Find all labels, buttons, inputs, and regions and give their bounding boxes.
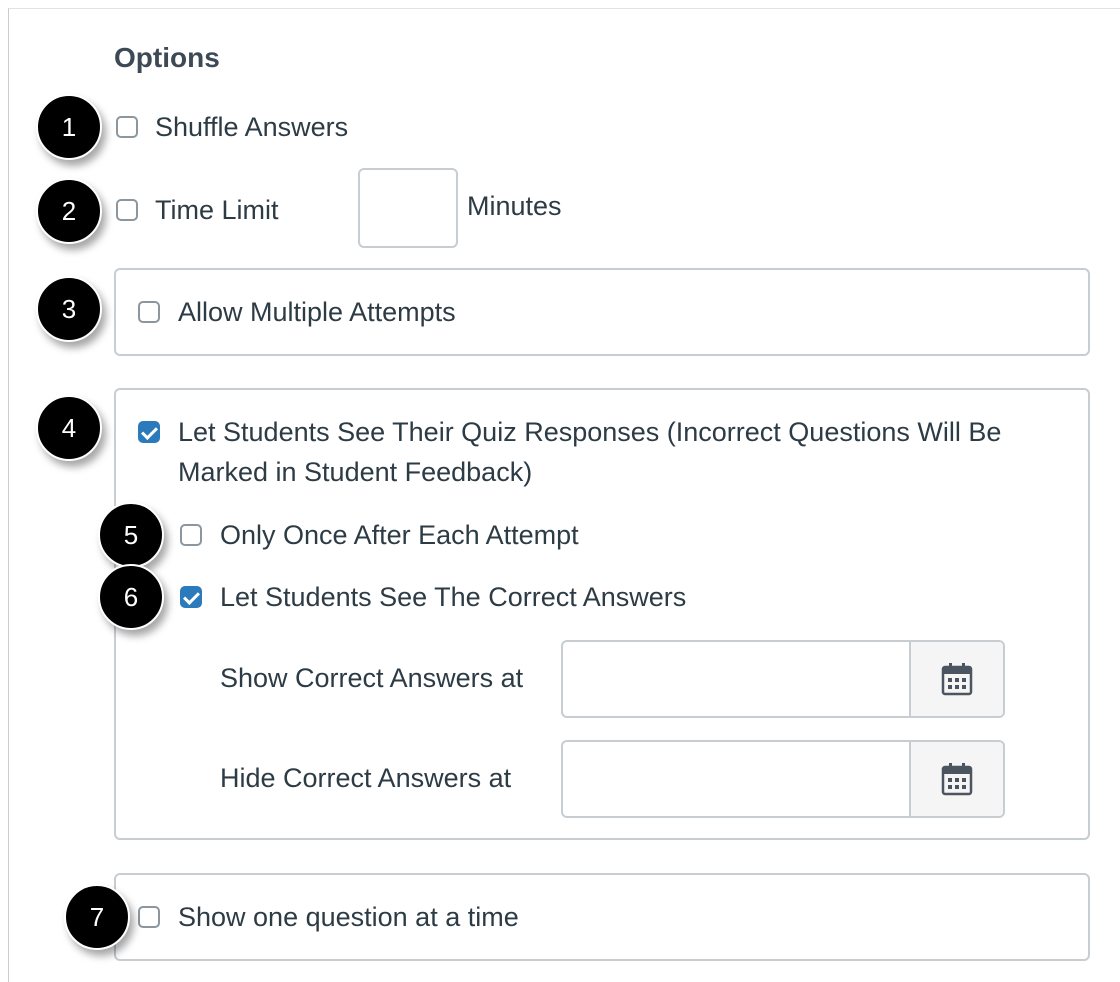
show-correct-at-input[interactable]: [563, 642, 909, 716]
allow-multiple-attempts-checkbox[interactable]: [138, 301, 160, 323]
one-question-label: Show one question at a time: [178, 902, 519, 932]
hide-correct-at-date-button[interactable]: [909, 742, 1003, 816]
see-correct-answers-checkbox[interactable]: [180, 586, 202, 608]
callout-2: 2: [36, 178, 102, 244]
callout-3: 3: [36, 276, 102, 342]
shuffle-answers-checkbox[interactable]: [116, 116, 138, 138]
only-once-checkbox[interactable]: [180, 524, 202, 546]
calendar-icon: [941, 663, 973, 696]
time-limit-unit-label: Minutes: [467, 191, 562, 221]
callout-5: 5: [98, 502, 164, 568]
hide-correct-at-input[interactable]: [563, 742, 909, 816]
options-heading: Options: [114, 42, 220, 73]
see-responses-checkbox[interactable]: [138, 421, 160, 443]
hide-correct-at-field: [561, 740, 1005, 818]
allow-multiple-attempts-label: Allow Multiple Attempts: [178, 297, 456, 327]
callout-7: 7: [64, 884, 130, 950]
show-correct-at-label: Show Correct Answers at: [220, 663, 524, 693]
show-correct-at-field: [561, 640, 1005, 718]
time-limit-checkbox[interactable]: [116, 199, 138, 221]
callout-6: 6: [98, 564, 164, 630]
one-question-checkbox[interactable]: [138, 906, 160, 928]
callout-4: 4: [36, 395, 102, 461]
calendar-icon: [941, 763, 973, 796]
time-limit-minutes-input[interactable]: [358, 168, 458, 248]
shuffle-answers-label: Shuffle Answers: [155, 112, 349, 142]
callout-1: 1: [36, 94, 102, 160]
show-correct-at-date-button[interactable]: [909, 642, 1003, 716]
only-once-label: Only Once After Each Attempt: [220, 520, 579, 550]
time-limit-label: Time Limit: [155, 195, 279, 225]
see-responses-label: Let Students See Their Quiz Responses (I…: [178, 417, 1002, 487]
hide-correct-at-label: Hide Correct Answers at: [220, 763, 512, 793]
see-correct-answers-label: Let Students See The Correct Answers: [220, 582, 687, 612]
